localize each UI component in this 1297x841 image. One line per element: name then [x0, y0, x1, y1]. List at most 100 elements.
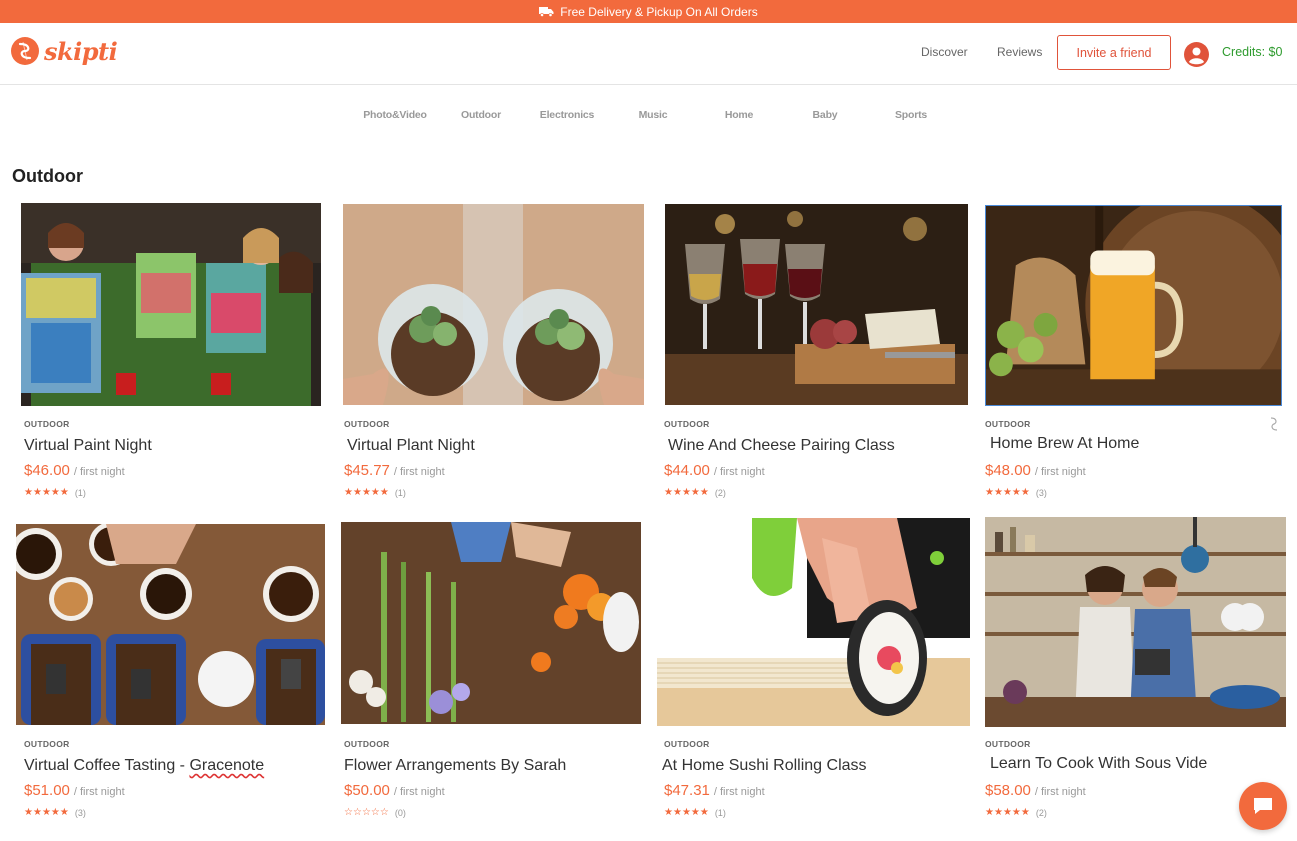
listing-category: OUTDOOR	[664, 739, 710, 749]
star-filled-icon: ★	[993, 487, 1003, 498]
star-filled-icon: ★	[1002, 487, 1012, 498]
listing-title[interactable]: Wine And Cheese Pairing Class	[668, 437, 895, 455]
listing-title[interactable]: Virtual Plant Night	[347, 437, 475, 455]
star-filled-icon: ★	[1011, 807, 1021, 818]
star-filled-icon: ★	[672, 487, 682, 498]
rating: ★ ★ ★ ★ ★ (1)	[344, 488, 406, 499]
star-filled-icon: ★	[59, 807, 69, 818]
star-empty-icon: ☆	[352, 807, 362, 818]
category-nav: Photo&Video Outdoor Electronics Music Ho…	[0, 109, 1297, 123]
star-empty-icon: ☆	[370, 807, 380, 818]
listing-price: $58.00/ first night	[985, 782, 1086, 799]
star-filled-icon: ★	[41, 487, 51, 498]
listing-price: $46.00/ first night	[24, 462, 125, 479]
star-filled-icon: ★	[24, 807, 33, 818]
category-electronics[interactable]: Electronics	[527, 109, 607, 121]
star-filled-icon: ★	[690, 807, 700, 818]
star-filled-icon: ★	[690, 487, 700, 498]
category-music[interactable]: Music	[613, 109, 693, 121]
star-filled-icon: ★	[985, 807, 994, 818]
category-baby[interactable]: Baby	[785, 109, 865, 121]
review-count: (1)	[74, 488, 86, 498]
nav-discover[interactable]: Discover	[921, 45, 968, 59]
category-photo-video[interactable]: Photo&Video	[355, 109, 435, 121]
star-filled-icon: ★	[699, 807, 709, 818]
star-filled-icon: ★	[59, 487, 69, 498]
truck-icon	[539, 7, 554, 17]
star-filled-icon: ★	[664, 487, 673, 498]
star-filled-icon: ★	[32, 807, 42, 818]
rating: ★ ★ ★ ★ ★ (1)	[664, 808, 726, 819]
listing-category: OUTDOOR	[344, 419, 390, 429]
review-count: (3)	[1035, 488, 1047, 498]
category-home[interactable]: Home	[699, 109, 779, 121]
star-filled-icon: ★	[672, 807, 682, 818]
listing-category: OUTDOOR	[24, 739, 70, 749]
rating: ☆ ☆ ☆ ☆ ☆ (0)	[344, 808, 406, 819]
listing-title[interactable]: Home Brew At Home	[990, 435, 1139, 453]
user-account-icon[interactable]	[1184, 42, 1209, 67]
listing-category: OUTDOOR	[985, 419, 1031, 429]
review-count: (3)	[74, 808, 86, 818]
listing-title[interactable]: Virtual Paint Night	[24, 437, 152, 455]
star-filled-icon: ★	[1020, 487, 1030, 498]
star-filled-icon: ★	[50, 487, 60, 498]
review-count: (2)	[714, 488, 726, 498]
rating: ★ ★ ★ ★ ★ (3)	[985, 487, 1047, 499]
category-sports[interactable]: Sports	[871, 109, 951, 121]
star-filled-icon: ★	[993, 807, 1003, 818]
star-rating: ★ ★ ★ ★ ★	[24, 488, 69, 498]
listing-image-flower-arrangement[interactable]	[341, 522, 641, 724]
listing-title[interactable]: At Home Sushi Rolling Class	[662, 757, 867, 775]
logo[interactable]: skipti	[10, 36, 118, 66]
star-filled-icon: ★	[24, 487, 33, 498]
price-unit: / first night	[713, 786, 765, 798]
listing-category: OUTDOOR	[664, 419, 710, 429]
star-filled-icon: ★	[681, 487, 691, 498]
site-header: skipti Discover Reviews Invite a friend …	[0, 23, 1297, 85]
category-outdoor[interactable]: Outdoor	[441, 109, 521, 121]
price-unit: / first night	[1034, 466, 1086, 478]
review-count: (1)	[714, 808, 726, 818]
price-amount: $51.00	[24, 782, 70, 799]
star-filled-icon: ★	[699, 487, 709, 498]
price-unit: / first night	[393, 466, 445, 478]
credits-balance[interactable]: Credits: $0	[1222, 45, 1282, 59]
star-rating: ☆ ☆ ☆ ☆ ☆	[344, 808, 389, 818]
rating: ★ ★ ★ ★ ★ (3)	[24, 807, 86, 819]
star-rating: ★ ★ ★ ★ ★	[344, 488, 389, 498]
listing-title[interactable]: Virtual Coffee Tasting - Gracenote	[24, 757, 264, 775]
star-empty-icon: ☆	[379, 807, 389, 818]
listing-title[interactable]: Learn To Cook With Sous Vide	[990, 755, 1207, 773]
listing-price: $51.00/ first night	[24, 782, 125, 799]
price-unit: / first night	[713, 466, 765, 478]
section-title: Outdoor	[12, 166, 83, 186]
listing-category: OUTDOOR	[344, 739, 390, 749]
skipti-mark-icon[interactable]	[1268, 416, 1280, 432]
price-amount: $45.77	[344, 462, 390, 479]
listing-image-paint-night[interactable]	[21, 203, 321, 406]
logo-mark-icon	[11, 37, 39, 65]
rating: ★ ★ ★ ★ ★ (1)	[24, 488, 86, 499]
invite-friend-button[interactable]: Invite a friend	[1057, 35, 1171, 70]
chat-bubble-icon	[1254, 798, 1272, 814]
chat-button[interactable]	[1239, 782, 1287, 830]
star-rating: ★ ★ ★ ★ ★	[664, 808, 709, 818]
listing-image-plant-night[interactable]	[343, 204, 644, 405]
review-count: (1)	[394, 488, 406, 498]
listing-image-coffee-tasting[interactable]	[16, 524, 325, 725]
star-rating: ★ ★ ★ ★ ★	[985, 808, 1030, 818]
price-unit: / first night	[73, 786, 125, 798]
rating: ★ ★ ★ ★ ★ (2)	[664, 487, 726, 499]
star-filled-icon: ★	[1002, 807, 1012, 818]
listing-image-sushi-rolling[interactable]	[657, 518, 970, 726]
listing-image-home-brew[interactable]	[985, 205, 1282, 406]
nav-reviews[interactable]: Reviews	[997, 45, 1042, 59]
listing-title[interactable]: Flower Arrangements By Sarah	[344, 757, 566, 775]
listing-image-sous-vide[interactable]	[985, 517, 1286, 727]
listing-image-wine-cheese[interactable]	[665, 204, 968, 405]
promo-bar: Free Delivery & Pickup On All Orders	[0, 0, 1297, 23]
price-unit: / first night	[393, 786, 445, 798]
price-unit: / first night	[1034, 786, 1086, 798]
listing-category: OUTDOOR	[24, 419, 70, 429]
